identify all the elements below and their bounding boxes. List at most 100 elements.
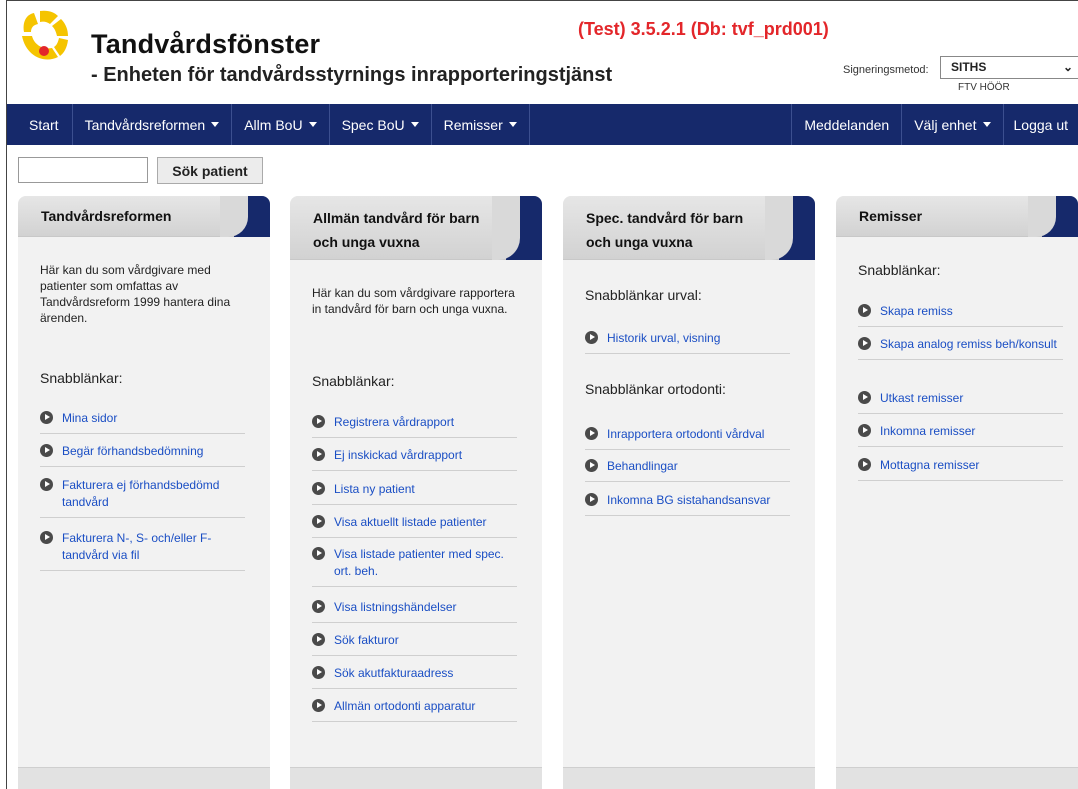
panel-footer [836, 767, 1078, 789]
arrow-circle-icon [858, 391, 871, 404]
nav-meddelanden-label: Meddelanden [804, 116, 890, 133]
nav-start[interactable]: Start [7, 104, 73, 145]
panel-tab-decoration [1028, 196, 1078, 237]
arrow-circle-icon [312, 482, 325, 495]
nav-allm-bou-label: Allm BoU [244, 116, 303, 133]
caret-down-icon [410, 122, 419, 127]
nav-valj-enhet-label: Välj enhet [914, 116, 977, 133]
panel-header: Allmän tandvård för barn och unga vuxna [290, 196, 542, 260]
arrow-circle-icon [585, 493, 598, 506]
chevron-down-icon: ⌄ [1062, 60, 1073, 74]
link-label: Utkast remisser [880, 391, 964, 405]
panel-title: Remisser [859, 208, 923, 224]
link-label: Skapa analog remiss beh/konsult [880, 337, 1057, 351]
signing-method-select[interactable]: SITHS ⌄ [940, 56, 1078, 79]
link-label: Mina sidor [62, 411, 118, 425]
panel-title: Spec. tandvård för barn och unga vuxna [586, 210, 744, 250]
panel-remisser: Remisser Snabblänkar: Skapa remiss Skapa… [836, 196, 1078, 789]
nav-tandvardsreformen[interactable]: Tandvårdsreformen [73, 104, 233, 145]
link-skapa-remiss[interactable]: Skapa remiss [858, 303, 1063, 327]
link-begar-forhandsbedomning[interactable]: Begär förhandsbedömning [40, 443, 245, 467]
link-label: Historik urval, visning [607, 331, 721, 345]
panel-intro: Här kan du som vårdgivare rapportera in … [312, 286, 515, 316]
link-visa-aktuellt-listade[interactable]: Visa aktuellt listade patienter [312, 514, 517, 538]
arrow-circle-icon [312, 699, 325, 712]
link-visa-listningshandelser[interactable]: Visa listningshändelser [312, 599, 517, 623]
link-inrapportera-ortodonti[interactable]: Inrapportera ortodonti vårdval [585, 426, 790, 450]
quicklinks-label: Snabblänkar: [40, 370, 123, 386]
nav-allm-bou[interactable]: Allm BoU [232, 104, 330, 145]
link-label: Sök akutfakturaadress [334, 666, 454, 680]
nav-logga-ut[interactable]: Logga ut [1004, 104, 1078, 145]
nav-remisser[interactable]: Remisser [432, 104, 530, 145]
arrow-circle-icon [312, 415, 325, 428]
link-label: Inkomna BG sistahandsansvar [607, 493, 771, 507]
link-behandlingar[interactable]: Behandlingar [585, 458, 790, 482]
panel-header: Spec. tandvård för barn och unga vuxna [563, 196, 815, 260]
link-label: Lista ny patient [334, 482, 415, 496]
arrow-circle-icon [312, 666, 325, 679]
arrow-circle-icon [312, 600, 325, 613]
link-skapa-analog-remiss[interactable]: Skapa analog remiss beh/konsult [858, 336, 1063, 360]
arrow-circle-icon [40, 478, 53, 491]
link-label: Inrapportera ortodonti vårdval [607, 427, 765, 441]
link-mina-sidor[interactable]: Mina sidor [40, 410, 245, 434]
panel-tab-decoration [220, 196, 270, 237]
link-utkast-remisser[interactable]: Utkast remisser [858, 390, 1063, 414]
link-label: Behandlingar [607, 459, 678, 473]
signing-method-value: SITHS [951, 60, 987, 74]
caret-down-icon [308, 122, 317, 127]
link-label: Begär förhandsbedömning [62, 444, 204, 458]
panel-footer [18, 767, 270, 789]
version-label: (Test) 3.5.2.1 (Db: tvf_prd001) [578, 19, 829, 39]
nav-tandvardsreformen-label: Tandvårdsreformen [84, 116, 206, 133]
search-patient-button[interactable]: Sök patient [157, 157, 263, 184]
link-visa-listade-spec-ort[interactable]: Visa listade patienter med spec. ort. be… [312, 546, 517, 587]
link-label: Ej inskickad vårdrapport [334, 448, 463, 462]
quicklinks-urval-label: Snabblänkar urval: [585, 287, 702, 303]
link-fakturera-via-fil[interactable]: Fakturera N-, S- och/eller F-tandvård vi… [40, 530, 245, 571]
main-nav: Start Tandvårdsreformen Allm BoU Spec Bo… [7, 104, 1078, 145]
arrow-circle-icon [40, 411, 53, 424]
panel-title: Allmän tandvård för barn och unga vuxna [313, 210, 480, 250]
link-label: Mottagna remisser [880, 458, 980, 472]
link-lista-ny-patient[interactable]: Lista ny patient [312, 481, 517, 505]
arrow-circle-icon [312, 547, 325, 560]
arrow-circle-icon [858, 304, 871, 317]
arrow-circle-icon [312, 633, 325, 646]
link-inkomna-bg[interactable]: Inkomna BG sistahandsansvar [585, 492, 790, 516]
link-historik-urval[interactable]: Historik urval, visning [585, 330, 790, 354]
link-label: Skapa remiss [880, 304, 953, 318]
link-label: Fakturera ej förhandsbedömd tandvård [62, 478, 220, 509]
patient-search-input[interactable] [18, 157, 148, 183]
link-mottagna-remisser[interactable]: Mottagna remisser [858, 457, 1063, 481]
nav-meddelanden[interactable]: Meddelanden [792, 104, 903, 145]
link-fakturera-ej-forhandsbedomd[interactable]: Fakturera ej förhandsbedömd tandvård [40, 477, 245, 518]
nav-logga-ut-label: Logga ut [1013, 116, 1069, 133]
panel-tab-decoration [492, 196, 542, 260]
link-label: Inkomna remisser [880, 424, 976, 438]
nav-spec-bou[interactable]: Spec BoU [330, 104, 432, 145]
arrow-circle-icon [858, 424, 871, 437]
link-sok-akutfakturaadress[interactable]: Sök akutfakturaadress [312, 665, 517, 689]
signing-method-label: Signeringsmetod: [843, 64, 929, 76]
link-inkomna-remisser[interactable]: Inkomna remisser [858, 423, 1063, 447]
link-allman-ortodonti-apparatur[interactable]: Allmän ortodonti apparatur [312, 698, 517, 722]
panel-intro: Här kan du som vårdgivare med patienter … [40, 263, 231, 325]
arrow-circle-icon [858, 337, 871, 350]
current-unit: FTV HÖÖR [958, 82, 1010, 93]
panel-header: Remisser [836, 196, 1078, 237]
link-registrera-vardrapport[interactable]: Registrera vårdrapport [312, 414, 517, 438]
link-sok-fakturor[interactable]: Sök fakturor [312, 632, 517, 656]
arrow-circle-icon [40, 444, 53, 457]
panel-header: Tandvårdsreformen [18, 196, 270, 237]
site-subtitle: - Enheten för tandvårdsstyrnings inrappo… [91, 64, 613, 86]
nav-valj-enhet[interactable]: Välj enhet [902, 104, 1004, 145]
link-label: Allmän ortodonti apparatur [334, 699, 476, 713]
arrow-circle-icon [585, 427, 598, 440]
link-ej-inskickad-vardrapport[interactable]: Ej inskickad vårdrapport [312, 447, 517, 471]
link-label: Registrera vårdrapport [334, 415, 455, 429]
quicklinks-ortodonti-label: Snabblänkar ortodonti: [585, 381, 726, 397]
caret-down-icon [982, 122, 991, 127]
arrow-circle-icon [585, 459, 598, 472]
